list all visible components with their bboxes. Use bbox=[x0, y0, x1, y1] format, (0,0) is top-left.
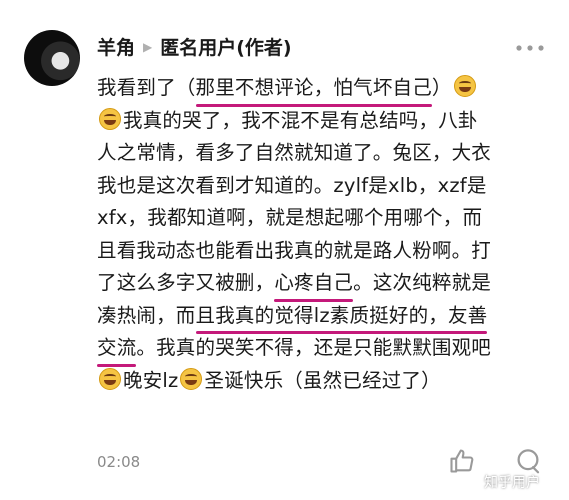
comment-text: 凑热闹，而 bbox=[97, 303, 196, 327]
comment-body: 我看到了（那里不想评论，怕气坏自己） 我真的哭了，我不混不是有总结吗，八卦 人之常情… bbox=[97, 72, 547, 397]
comment-text: 。这次纯粹就是 bbox=[353, 271, 492, 294]
laugh-cry-emoji-icon bbox=[99, 107, 121, 130]
underlined-text: 那里不想评论，怕气坏自己 bbox=[195, 72, 433, 106]
comment-text: 人之常情，看多了自然就知道了。兔区，大衣 bbox=[97, 141, 492, 164]
comment-line: 且看我动态也能看出我真的就是路人粉啊。打 bbox=[97, 235, 547, 268]
comment-line: 凑热闹，而且我真的觉得lz素质挺好的，友善 bbox=[97, 300, 547, 334]
comment-line: 交流。我真的哭笑不得，还是只能默默围观吧 bbox=[97, 332, 547, 366]
thumbs-up-icon[interactable] bbox=[448, 447, 476, 479]
comment-text: 我也是这次看到才知道的。zylf是xlb，xzf是 bbox=[97, 173, 487, 197]
comment-line: 了这么多字又被删，心疼自己。这次纯粹就是 bbox=[97, 267, 547, 301]
more-icon[interactable] bbox=[515, 33, 545, 58]
comment-header: 羊角 ▶ 匿名用户(作者) bbox=[97, 33, 292, 60]
comment-time: 02:08 bbox=[97, 453, 141, 471]
watermark: 知乎用户 bbox=[484, 475, 540, 491]
comment-line: 人之常情，看多了自然就知道了。兔区，大衣 bbox=[97, 137, 547, 170]
reply-to-name[interactable]: 匿名用户(作者) bbox=[160, 33, 291, 60]
laugh-cry-emoji-icon bbox=[99, 367, 121, 390]
reply-arrow-icon: ▶ bbox=[143, 39, 153, 54]
comment-line: 晚安lz 圣诞快乐（虽然已经过了） bbox=[97, 365, 547, 398]
comment-text: 。我真的哭笑不得，还是只能默默围观吧 bbox=[136, 336, 492, 359]
laugh-cry-emoji-icon bbox=[180, 367, 203, 390]
laugh-cry-emoji-icon bbox=[453, 75, 476, 97]
underlined-text: 交流 bbox=[97, 332, 137, 366]
comment-line: 我也是这次看到才知道的。zylf是xlb，xzf是 bbox=[97, 170, 547, 203]
underlined-text: 心疼自己 bbox=[274, 267, 353, 301]
comment-text: 晚安lz bbox=[123, 368, 179, 392]
comment-text: 且看我动态也能看出我真的就是路人粉啊。打 bbox=[97, 238, 492, 262]
comment-text: 我看到了（ bbox=[97, 76, 196, 99]
comment-line: 我真的哭了，我不混不是有总结吗，八卦 bbox=[97, 105, 547, 138]
underlined-text: 且我真的觉得lz素质挺好的，友善 bbox=[195, 300, 488, 334]
comment-text: 圣诞快乐（虽然已经过了） bbox=[204, 368, 441, 392]
comment-text: xfx，我都知道啊，就是想起哪个用哪个，而 bbox=[97, 206, 483, 229]
comment-text: 我真的哭了，我不混不是有总结吗，八卦 bbox=[123, 108, 478, 132]
comment-line: 我看到了（那里不想评论，怕气坏自己） bbox=[97, 72, 547, 106]
comment-text: 了这么多字又被删， bbox=[97, 271, 275, 294]
comment-text: ） bbox=[431, 76, 452, 99]
author-name[interactable]: 羊角 bbox=[97, 33, 135, 60]
comment-line: xfx，我都知道啊，就是想起哪个用哪个，而 bbox=[97, 202, 547, 235]
avatar[interactable] bbox=[24, 30, 80, 86]
